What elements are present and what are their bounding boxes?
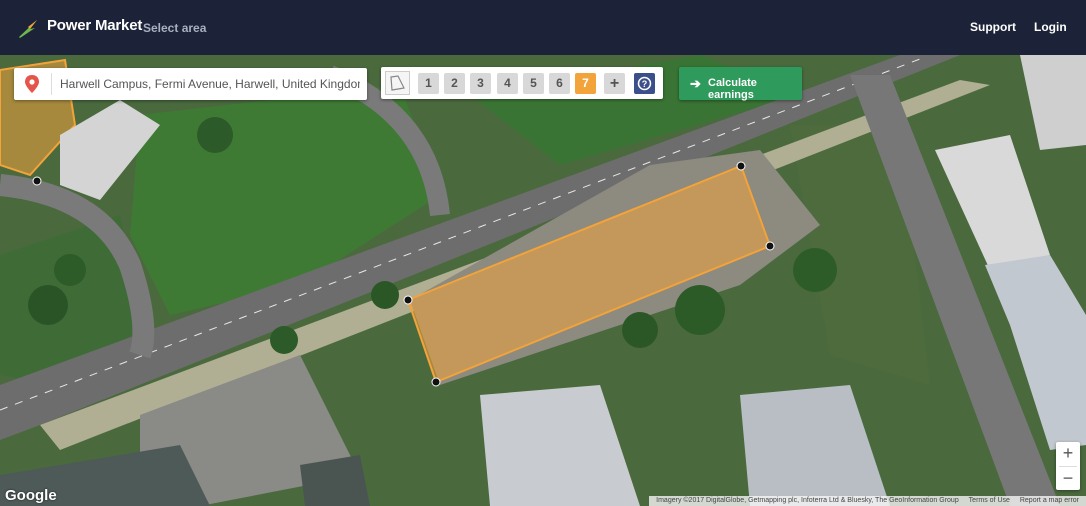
zoom-in-button[interactable]: + bbox=[1056, 442, 1080, 466]
area-button-3[interactable]: 3 bbox=[470, 73, 491, 94]
google-logo: Google bbox=[5, 487, 57, 504]
address-input[interactable] bbox=[60, 68, 360, 100]
power-market-logo-icon bbox=[19, 20, 37, 38]
imagery-credit: Imagery ©2017 DigitalGlobe, Getmapping p… bbox=[656, 497, 959, 504]
zoom-out-button[interactable]: − bbox=[1056, 467, 1080, 491]
map-zoom-control: + − bbox=[1056, 442, 1080, 490]
area-button-4[interactable]: 4 bbox=[497, 73, 518, 94]
top-header: Power Market Select area Support Login bbox=[0, 0, 1086, 55]
calculate-earnings-button[interactable]: ➔ Calculate earnings bbox=[679, 67, 802, 101]
area-button-6[interactable]: 6 bbox=[549, 73, 570, 94]
arrow-right-icon: ➔ bbox=[690, 76, 701, 91]
add-area-button[interactable]: + bbox=[604, 73, 625, 94]
brand-name[interactable]: Power Market bbox=[47, 17, 142, 34]
draw-polygon-tool[interactable] bbox=[385, 71, 410, 95]
help-button[interactable]: ? bbox=[634, 73, 655, 94]
area-button-2[interactable]: 2 bbox=[444, 73, 465, 94]
support-link[interactable]: Support bbox=[970, 20, 1016, 34]
report-error-link[interactable]: Report a map error bbox=[1016, 497, 1083, 504]
map-imagery bbox=[0, 55, 1086, 506]
map-attribution: Imagery ©2017 DigitalGlobe, Getmapping p… bbox=[649, 496, 1086, 506]
help-icon: ? bbox=[637, 76, 652, 91]
address-search[interactable] bbox=[14, 68, 367, 100]
area-button-1[interactable]: 1 bbox=[418, 73, 439, 94]
calculate-earnings-label: Calculate earnings bbox=[708, 77, 757, 101]
page-subtitle: Select area bbox=[143, 21, 207, 35]
search-divider bbox=[51, 73, 52, 95]
area-toolbar: 1 2 3 4 5 6 7 + ? bbox=[381, 67, 663, 99]
login-link[interactable]: Login bbox=[1034, 20, 1067, 34]
area-button-5[interactable]: 5 bbox=[523, 73, 544, 94]
area-button-7[interactable]: 7 bbox=[575, 73, 596, 94]
polygon-draw-icon bbox=[390, 75, 405, 91]
terms-link[interactable]: Terms of Use bbox=[965, 497, 1014, 504]
help-label: ? bbox=[642, 79, 648, 89]
satellite-map[interactable]: 1 2 3 4 5 6 7 + ? ➔ Calculate earnings +… bbox=[0, 55, 1086, 506]
location-pin-icon bbox=[25, 75, 39, 93]
